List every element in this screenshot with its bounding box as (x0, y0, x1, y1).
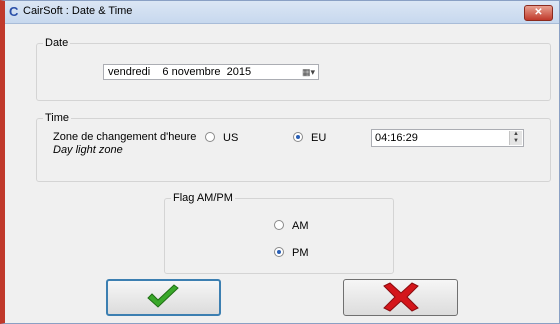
time-spinner[interactable]: ▲ ▼ (509, 131, 522, 145)
close-x-icon (383, 282, 419, 312)
radio-us[interactable]: US (205, 132, 238, 144)
radio-am[interactable]: AM (274, 220, 309, 232)
radio-pm-dot[interactable] (274, 247, 284, 257)
calendar-dropdown-icon[interactable]: ▦▾ (302, 67, 315, 78)
zone-label: Zone de changement d'heure (53, 131, 197, 143)
ok-button[interactable] (106, 279, 221, 316)
radio-eu[interactable]: EU (293, 132, 326, 144)
date-group: Date vendredi 6 novembre 2015 ▦▾ (36, 37, 551, 101)
app-icon: C (9, 4, 19, 19)
date-picker[interactable]: vendredi 6 novembre 2015 ▦▾ (103, 64, 319, 80)
radio-pm[interactable]: PM (274, 247, 309, 259)
zone-sublabel: Day light zone (53, 144, 123, 156)
time-input[interactable]: 04:16:29 ▲ ▼ (371, 129, 524, 147)
time-legend: Time (43, 112, 72, 124)
radio-am-dot[interactable] (274, 220, 284, 230)
time-value: 04:16:29 (375, 132, 418, 144)
title-bar[interactable]: C CairSoft : Date & Time ✕ (5, 1, 559, 24)
dialog-window: C CairSoft : Date & Time ✕ Date vendredi… (0, 0, 560, 324)
checkmark-icon (147, 284, 179, 308)
radio-eu-label: EU (311, 132, 327, 144)
radio-am-label: AM (292, 220, 309, 232)
radio-us-dot[interactable] (205, 132, 215, 142)
radio-pm-label: PM (292, 247, 309, 259)
cancel-button[interactable] (343, 279, 458, 316)
radio-us-label: US (223, 132, 239, 144)
time-group: Time Zone de changement d'heure Day ligh… (36, 112, 551, 182)
flag-ampm-group: Flag AM/PM AM PM (164, 192, 394, 274)
date-value: vendredi 6 novembre 2015 (108, 66, 252, 78)
date-legend: Date (43, 37, 71, 49)
window-title: CairSoft : Date & Time (23, 5, 133, 17)
radio-eu-dot[interactable] (293, 132, 303, 142)
flag-legend: Flag AM/PM (171, 192, 235, 204)
close-button[interactable]: ✕ (524, 5, 553, 21)
